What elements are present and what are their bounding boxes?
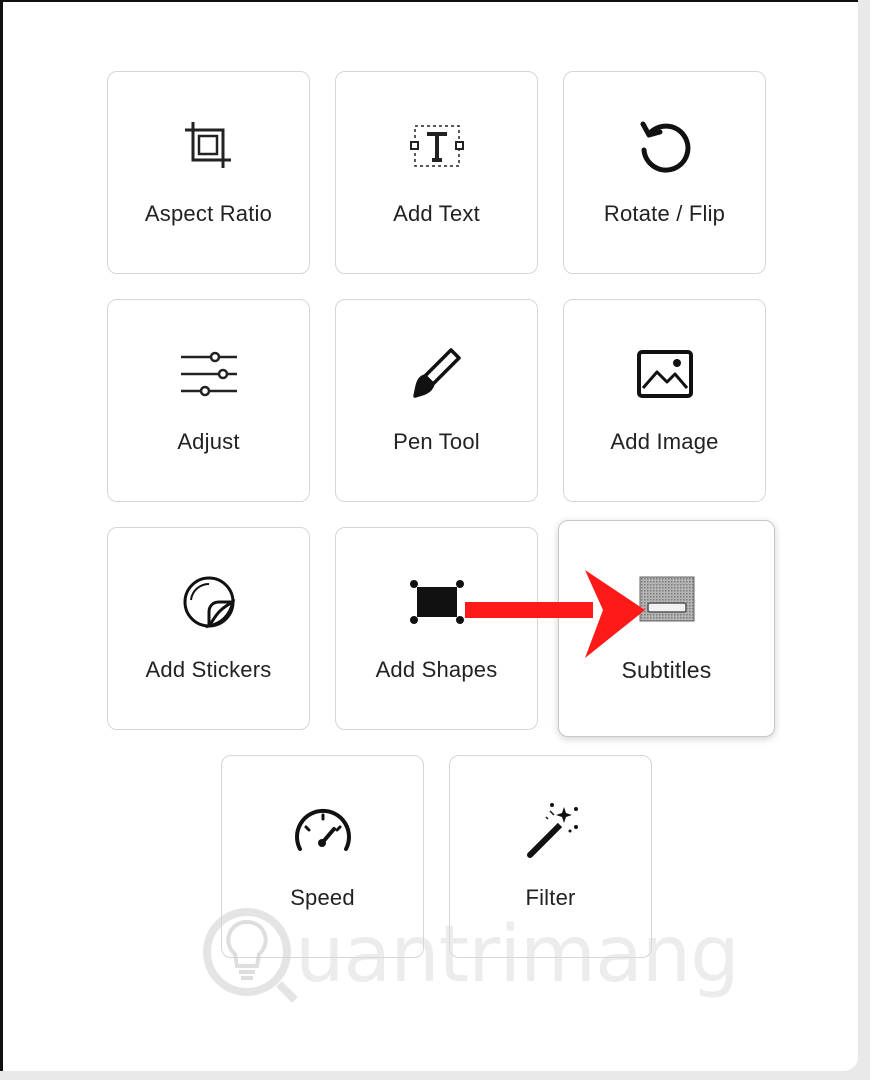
tool-label: Pen Tool [393, 429, 480, 454]
subtitles-icon [635, 567, 699, 631]
tool-adjust[interactable]: Adjust [107, 299, 310, 502]
tool-label: Aspect Ratio [144, 201, 273, 226]
tool-label: Speed [290, 885, 355, 910]
tool-label: Add Text [393, 201, 480, 226]
tool-rotate-flip[interactable]: Rotate / Flip [563, 71, 766, 274]
sticker-icon [177, 570, 241, 634]
tool-label: Add Image [610, 429, 719, 454]
tool-add-stickers[interactable]: Add Stickers [107, 527, 310, 730]
tool-label: Subtitles [621, 657, 712, 683]
tool-subtitles[interactable]: Subtitles [558, 520, 775, 737]
rectangle-shape-icon [405, 570, 469, 634]
sliders-icon [177, 342, 241, 406]
tool-label: Filter [525, 885, 576, 910]
tool-add-image[interactable]: Add Image [563, 299, 766, 502]
tools-panel: Aspect Ratio Add Text Rotate / Flip Adju… [0, 0, 858, 1071]
text-box-icon [405, 114, 469, 178]
tool-pen[interactable]: Pen Tool [335, 299, 538, 502]
tool-aspect-ratio[interactable]: Aspect Ratio [107, 71, 310, 274]
rotate-icon [633, 114, 697, 178]
tool-add-shapes[interactable]: Add Shapes [335, 527, 538, 730]
tool-add-text[interactable]: Add Text [335, 71, 538, 274]
magic-wand-icon [519, 798, 583, 862]
image-icon [633, 342, 697, 406]
tool-speed[interactable]: Speed [221, 755, 424, 958]
tool-filter[interactable]: Filter [449, 755, 652, 958]
tool-label: Add Stickers [145, 657, 272, 682]
speedometer-icon [291, 798, 355, 862]
tool-label: Adjust [177, 429, 240, 454]
tool-label: Add Shapes [375, 657, 498, 682]
tool-label: Rotate / Flip [603, 201, 726, 226]
crop-icon [177, 114, 241, 178]
brush-icon [405, 342, 469, 406]
